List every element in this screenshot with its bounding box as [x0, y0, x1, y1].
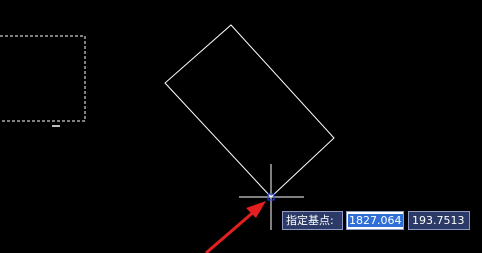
rotated-rectangle[interactable] [164, 24, 335, 198]
dynamic-input-prompt: 指定基点: [282, 211, 343, 230]
dashed-selection-rectangle[interactable] [0, 35, 86, 122]
x-coordinate-field[interactable]: 1827.064 [346, 211, 404, 230]
x-coordinate-value: 1827.064 [348, 214, 403, 227]
y-coordinate-field[interactable]: 193.7513 [408, 211, 470, 230]
annotation-arrow-icon [205, 201, 266, 253]
